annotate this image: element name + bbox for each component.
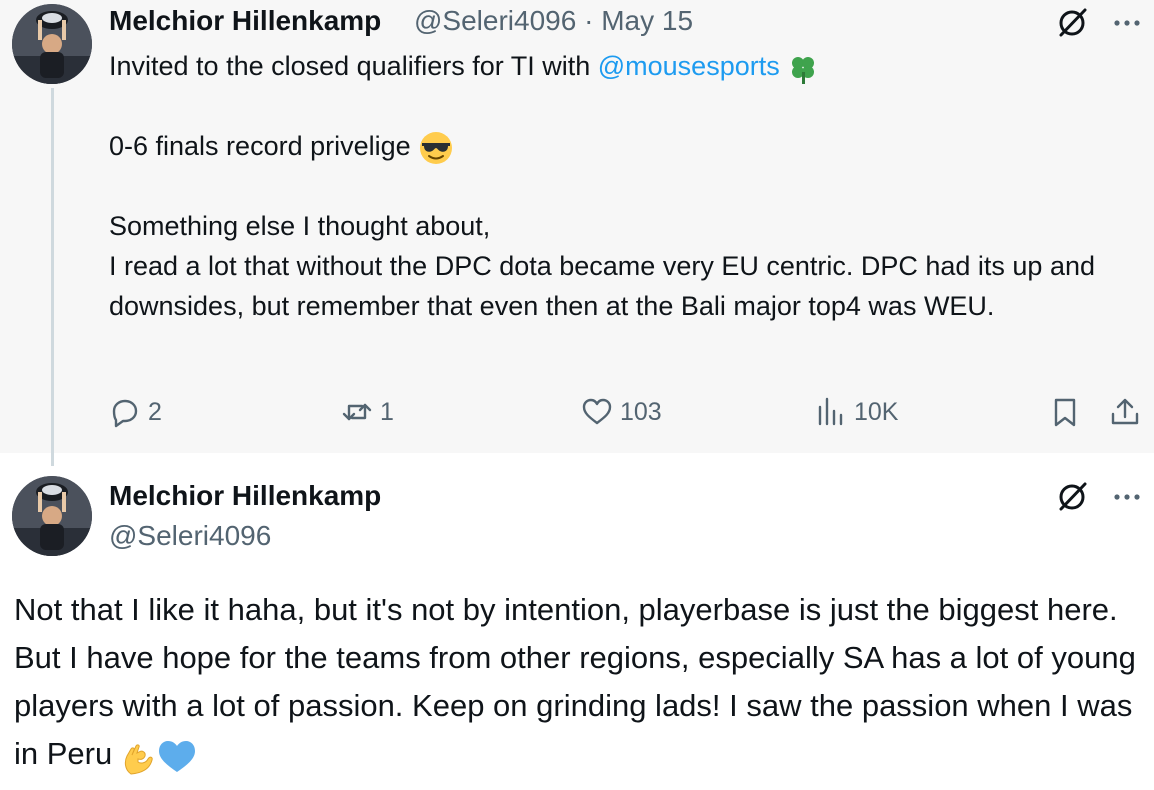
like-button[interactable]: 103 <box>580 392 662 432</box>
main-author-handle[interactable]: @Seleri4096 <box>109 520 271 552</box>
repost-button[interactable]: 1 <box>340 392 394 432</box>
share-icon <box>1111 398 1139 425</box>
bookmark-button[interactable] <box>1048 392 1082 432</box>
avatar[interactable] <box>12 4 92 84</box>
mention-link[interactable]: @mousesports <box>598 51 780 81</box>
reply-button[interactable]: 2 <box>108 392 162 432</box>
main-author-name[interactable]: Melchior Hillenkamp <box>109 480 381 512</box>
blue-heart-icon <box>158 740 195 772</box>
reply-tweet-text: Invited to the closed qualifiers for TI … <box>109 46 1149 86</box>
like-count: 103 <box>620 397 662 426</box>
thread-connector-line <box>51 88 54 466</box>
reply-icon <box>112 399 138 428</box>
avatar-photo <box>12 476 92 556</box>
ok-hand-icon <box>124 744 153 775</box>
repost-icon <box>342 403 372 421</box>
views-count: 10K <box>854 397 899 426</box>
shamrock-icon <box>792 56 815 84</box>
grok-icon[interactable] <box>1055 480 1089 514</box>
views-button[interactable]: 10K <box>814 392 898 432</box>
grok-icon[interactable] <box>1055 6 1089 40</box>
author-handle[interactable]: @Seleri4096 · May 15 <box>414 5 693 37</box>
reply-count: 2 <box>148 397 162 426</box>
separator-dot: · <box>584 5 594 36</box>
text-line-1: Invited to the closed qualifiers for TI … <box>109 51 598 81</box>
more-options-icon[interactable] <box>1110 480 1144 514</box>
heart-icon <box>582 398 612 425</box>
avatar-photo <box>12 4 92 84</box>
share-button[interactable] <box>1108 392 1142 432</box>
views-chart-icon <box>818 397 843 426</box>
main-avatar[interactable] <box>12 476 92 556</box>
sunglasses-face-icon <box>420 131 453 164</box>
more-options-icon[interactable] <box>1110 6 1144 40</box>
bookmark-icon <box>1054 398 1076 427</box>
reply-tweet-paragraph-3: Something else I thought about, I read a… <box>109 211 1096 321</box>
post-date[interactable]: May 15 <box>601 5 693 36</box>
paragraph-2-text: 0-6 finals record privelige <box>109 131 411 161</box>
repost-count: 1 <box>380 397 394 426</box>
reply-tweet-paragraph-2: 0-6 finals record privelige <box>109 126 454 166</box>
author-name[interactable]: Melchior Hillenkamp <box>109 5 381 37</box>
main-tweet-text: Not that I like it haha, but it's not by… <box>14 586 1148 778</box>
handle-text: @Seleri4096 <box>414 5 577 36</box>
